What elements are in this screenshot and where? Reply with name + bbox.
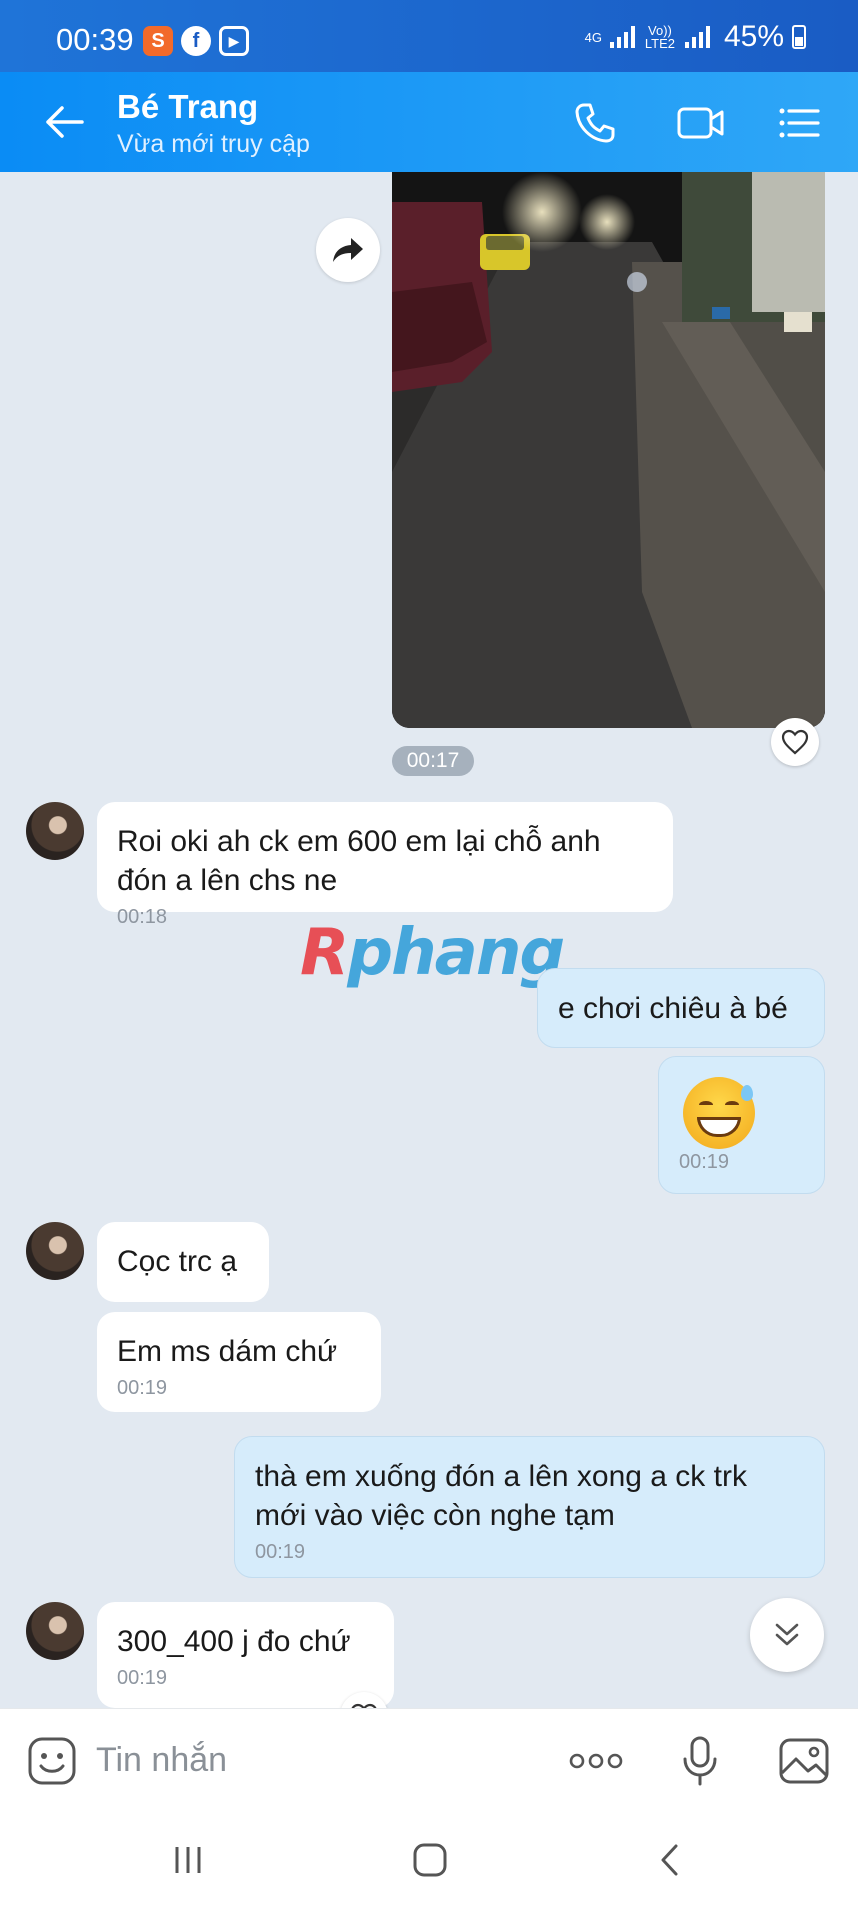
network-volte-label: Vo)) LTE2 [644, 23, 675, 51]
contact-status: Vừa mới truy cập [117, 130, 310, 158]
options-menu-button[interactable] [776, 100, 826, 146]
night-street-photo [392, 172, 825, 728]
shared-photo[interactable] [392, 172, 825, 728]
chat-message-list[interactable]: 00:17 Roi oki ah ck em 600 em lại chỗ an… [0, 172, 858, 1708]
message-text: Cọc trc ạ [117, 1245, 238, 1278]
double-chevron-down-icon [775, 1623, 799, 1646]
voice-call-button[interactable] [572, 100, 622, 146]
phone-call-icon [575, 103, 615, 143]
status-time: 00:39 [56, 22, 134, 57]
status-indicators: 4G Vo)) LTE2 45% [585, 20, 806, 54]
status-app-icons: S f ▶ [143, 26, 249, 56]
heart-icon [781, 729, 809, 755]
video-app-icon: ▶ [219, 26, 249, 56]
voice-record-button[interactable] [672, 1733, 728, 1789]
back-arrow-icon [46, 106, 84, 138]
sticker-button[interactable] [26, 1735, 78, 1787]
battery-icon [792, 25, 806, 49]
react-heart-button[interactable] [771, 718, 819, 766]
message-time: 00:19 [117, 1377, 168, 1399]
system-navigation-bar [0, 1810, 858, 1908]
video-call-button[interactable] [676, 100, 726, 146]
recent-apps-button[interactable] [158, 1838, 218, 1882]
gallery-button[interactable] [776, 1733, 832, 1789]
status-bar: 00:39 S f ▶ 4G Vo)) LTE2 45% [0, 0, 858, 72]
facebook-app-icon: f [181, 26, 211, 56]
gallery-icon [779, 1738, 829, 1784]
signal-strength-icon [609, 26, 635, 48]
menu-list-icon [779, 108, 820, 138]
incoming-message[interactable]: Cọc trc ạ [97, 1222, 269, 1302]
video-call-icon [677, 107, 724, 139]
shopee-app-icon: S [143, 26, 173, 56]
message-text: thà em xuống đón a lên xong a ck trk mới… [255, 1460, 747, 1532]
more-options-button[interactable] [568, 1733, 624, 1789]
message-input[interactable] [96, 1729, 526, 1791]
outgoing-message[interactable]: e chơi chiêu à bé [537, 968, 825, 1048]
microphone-icon [683, 1736, 717, 1786]
outgoing-emoji-message[interactable]: 00:19 [658, 1056, 825, 1194]
chat-header: Bé Trang Vừa mới truy cập [0, 72, 858, 172]
forward-share-icon [333, 238, 363, 262]
incoming-message[interactable]: Em ms dám chứ 00:19 [97, 1312, 381, 1412]
incoming-message[interactable]: 300_400 j đo chứ 00:19 [97, 1602, 394, 1708]
battery-percentage: 45% [723, 20, 784, 53]
message-time: 00:19 [117, 1667, 168, 1689]
contact-avatar[interactable] [26, 1222, 84, 1280]
message-input-bar [0, 1708, 858, 1810]
message-time: 00:19 [255, 1541, 306, 1563]
contact-avatar[interactable] [26, 802, 84, 860]
message-text: Em ms dám chứ [117, 1335, 338, 1368]
contact-name[interactable]: Bé Trang [117, 88, 258, 126]
contact-avatar[interactable] [26, 1602, 84, 1660]
home-button[interactable] [400, 1838, 460, 1882]
message-text: Roi oki ah ck em 600 em lại chỗ anh đón … [117, 825, 601, 897]
outgoing-message[interactable]: thà em xuống đón a lên xong a ck trk mới… [234, 1436, 825, 1578]
message-time: 00:19 [679, 1151, 730, 1173]
network-4g-label: 4G [584, 29, 602, 45]
system-back-button[interactable] [640, 1838, 700, 1882]
watermark-logo: Rphang [300, 916, 565, 990]
recent-apps-icon [175, 1847, 201, 1873]
image-timestamp: 00:17 [392, 746, 474, 776]
grinning-sweat-emoji-icon [683, 1077, 755, 1149]
incoming-message[interactable]: Roi oki ah ck em 600 em lại chỗ anh đón … [97, 802, 673, 928]
sticker-icon [28, 1737, 76, 1785]
home-icon [413, 1843, 447, 1877]
signal-strength-2-icon [684, 26, 710, 48]
more-dots-icon [569, 1753, 623, 1769]
back-chevron-icon [661, 1844, 678, 1876]
scroll-to-bottom-button[interactable] [750, 1598, 824, 1672]
message-text: e chơi chiêu à bé [558, 992, 788, 1025]
message-text: 300_400 j đo chứ [117, 1625, 351, 1658]
back-button[interactable] [40, 100, 90, 144]
forward-button[interactable] [316, 218, 380, 282]
